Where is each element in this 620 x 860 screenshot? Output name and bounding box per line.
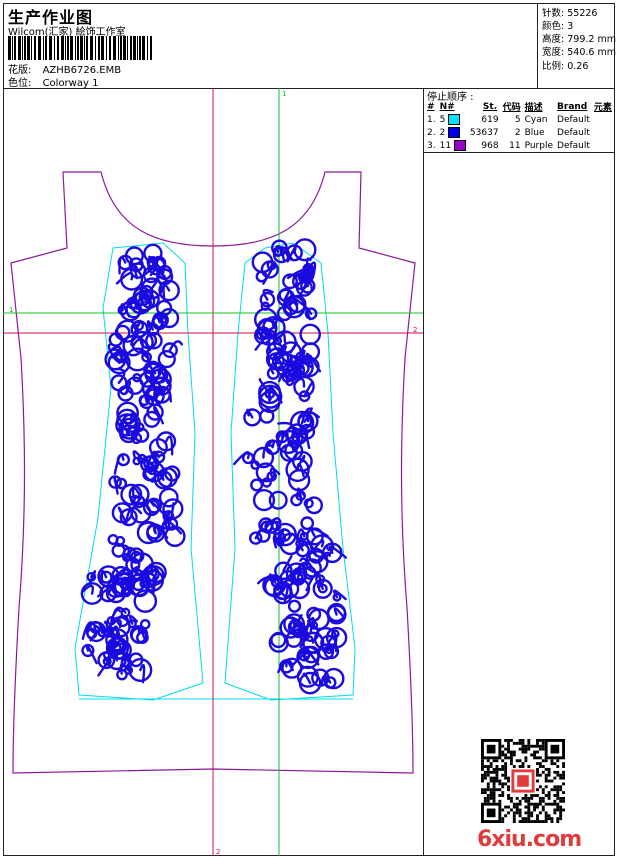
- row-code: 5: [514, 114, 521, 125]
- design-info-panel: 针数: 55226 颜色: 3 高度: 799.2 mm 宽度: 540.6 m…: [537, 3, 616, 88]
- info-height: 高度: 799.2 mm: [542, 31, 616, 45]
- info-width: 宽度: 540.6 mm: [542, 44, 616, 58]
- axis-label-top: 1: [282, 90, 286, 98]
- info-value: 540.6 mm: [567, 47, 616, 58]
- colorway-row: 色位: Colorway 1: [8, 74, 98, 89]
- info-value: 0.26: [567, 61, 589, 72]
- info-stitches: 针数: 55226: [542, 5, 597, 19]
- row-code: 11: [509, 140, 521, 151]
- needle-number: 11: [439, 141, 452, 151]
- design-drawing: 1 1 2 2: [3, 88, 423, 856]
- col-brand: Brand: [557, 101, 588, 112]
- info-colors: 颜色: 3: [542, 18, 573, 32]
- row-code: 2: [514, 127, 521, 138]
- design-canvas[interactable]: 1 1 2 2: [3, 88, 423, 856]
- axis-label-right: 2: [413, 326, 417, 334]
- color-swatch: [448, 114, 461, 125]
- row-stitches: 968: [481, 140, 499, 151]
- col-element: 元素: [593, 103, 612, 113]
- row-desc: Purple: [524, 140, 554, 151]
- qr-code-icon: [481, 739, 565, 823]
- info-label: 比例:: [542, 61, 565, 72]
- info-scale: 比例: 0.26: [542, 58, 588, 72]
- table-row[interactable]: 3. 11 968 11 Purple Default: [426, 139, 615, 152]
- col-stitches: St.: [482, 101, 498, 112]
- row-needle: 11: [439, 139, 469, 152]
- axis-label-left: 1: [9, 306, 13, 314]
- table-row[interactable]: 1. 5 619 5 Cyan Default: [426, 113, 615, 126]
- stop-sequence-table: # N# St. 代码 描述 Brand 元素 1. 5 619 5 Cyan …: [426, 100, 615, 152]
- row-element: [593, 126, 615, 139]
- row-brand: Default: [557, 140, 590, 151]
- color-swatch: [448, 127, 461, 138]
- row-needle: 2: [439, 126, 469, 139]
- row-brand: Default: [557, 127, 590, 138]
- table-row[interactable]: 2. 2 53637 2 Blue Default: [426, 126, 615, 139]
- watermark: 6xiu.com: [477, 827, 582, 852]
- row-index: 1.: [427, 114, 436, 125]
- axis-label-bottom: 2: [216, 848, 220, 856]
- header: 生产作业图 Wilcom(汇家) 絵饰工作室 花版: AZHB6726.EMB …: [3, 3, 616, 89]
- col-needle: N#: [439, 101, 455, 112]
- needle-number: 2: [439, 128, 446, 138]
- color-swatch: [453, 140, 466, 151]
- table-header-row: # N# St. 代码 描述 Brand 元素: [426, 100, 615, 114]
- row-needle: 5: [439, 113, 469, 126]
- row-desc: Blue: [524, 127, 545, 138]
- row-stitches: 619: [481, 114, 499, 125]
- needle-number: 5: [439, 115, 446, 125]
- row-brand: Default: [557, 114, 590, 125]
- barcode-icon: [8, 36, 152, 60]
- row-index: 2.: [427, 127, 436, 138]
- col-index: #: [427, 101, 435, 112]
- col-desc: 描述: [524, 103, 543, 113]
- stop-sequence-panel: 停止顺序 : # N# St. 代码 描述 Brand 元素 1. 5 619 …: [423, 88, 615, 153]
- info-label: 宽度:: [542, 47, 565, 58]
- row-index: 3.: [427, 140, 436, 151]
- embroidery-motifs: [80, 238, 348, 695]
- row-stitches: 53637: [469, 127, 499, 138]
- row-element: [593, 139, 615, 152]
- row-desc: Cyan: [524, 114, 548, 125]
- row-element: [593, 113, 615, 126]
- col-code: 代码: [502, 103, 521, 113]
